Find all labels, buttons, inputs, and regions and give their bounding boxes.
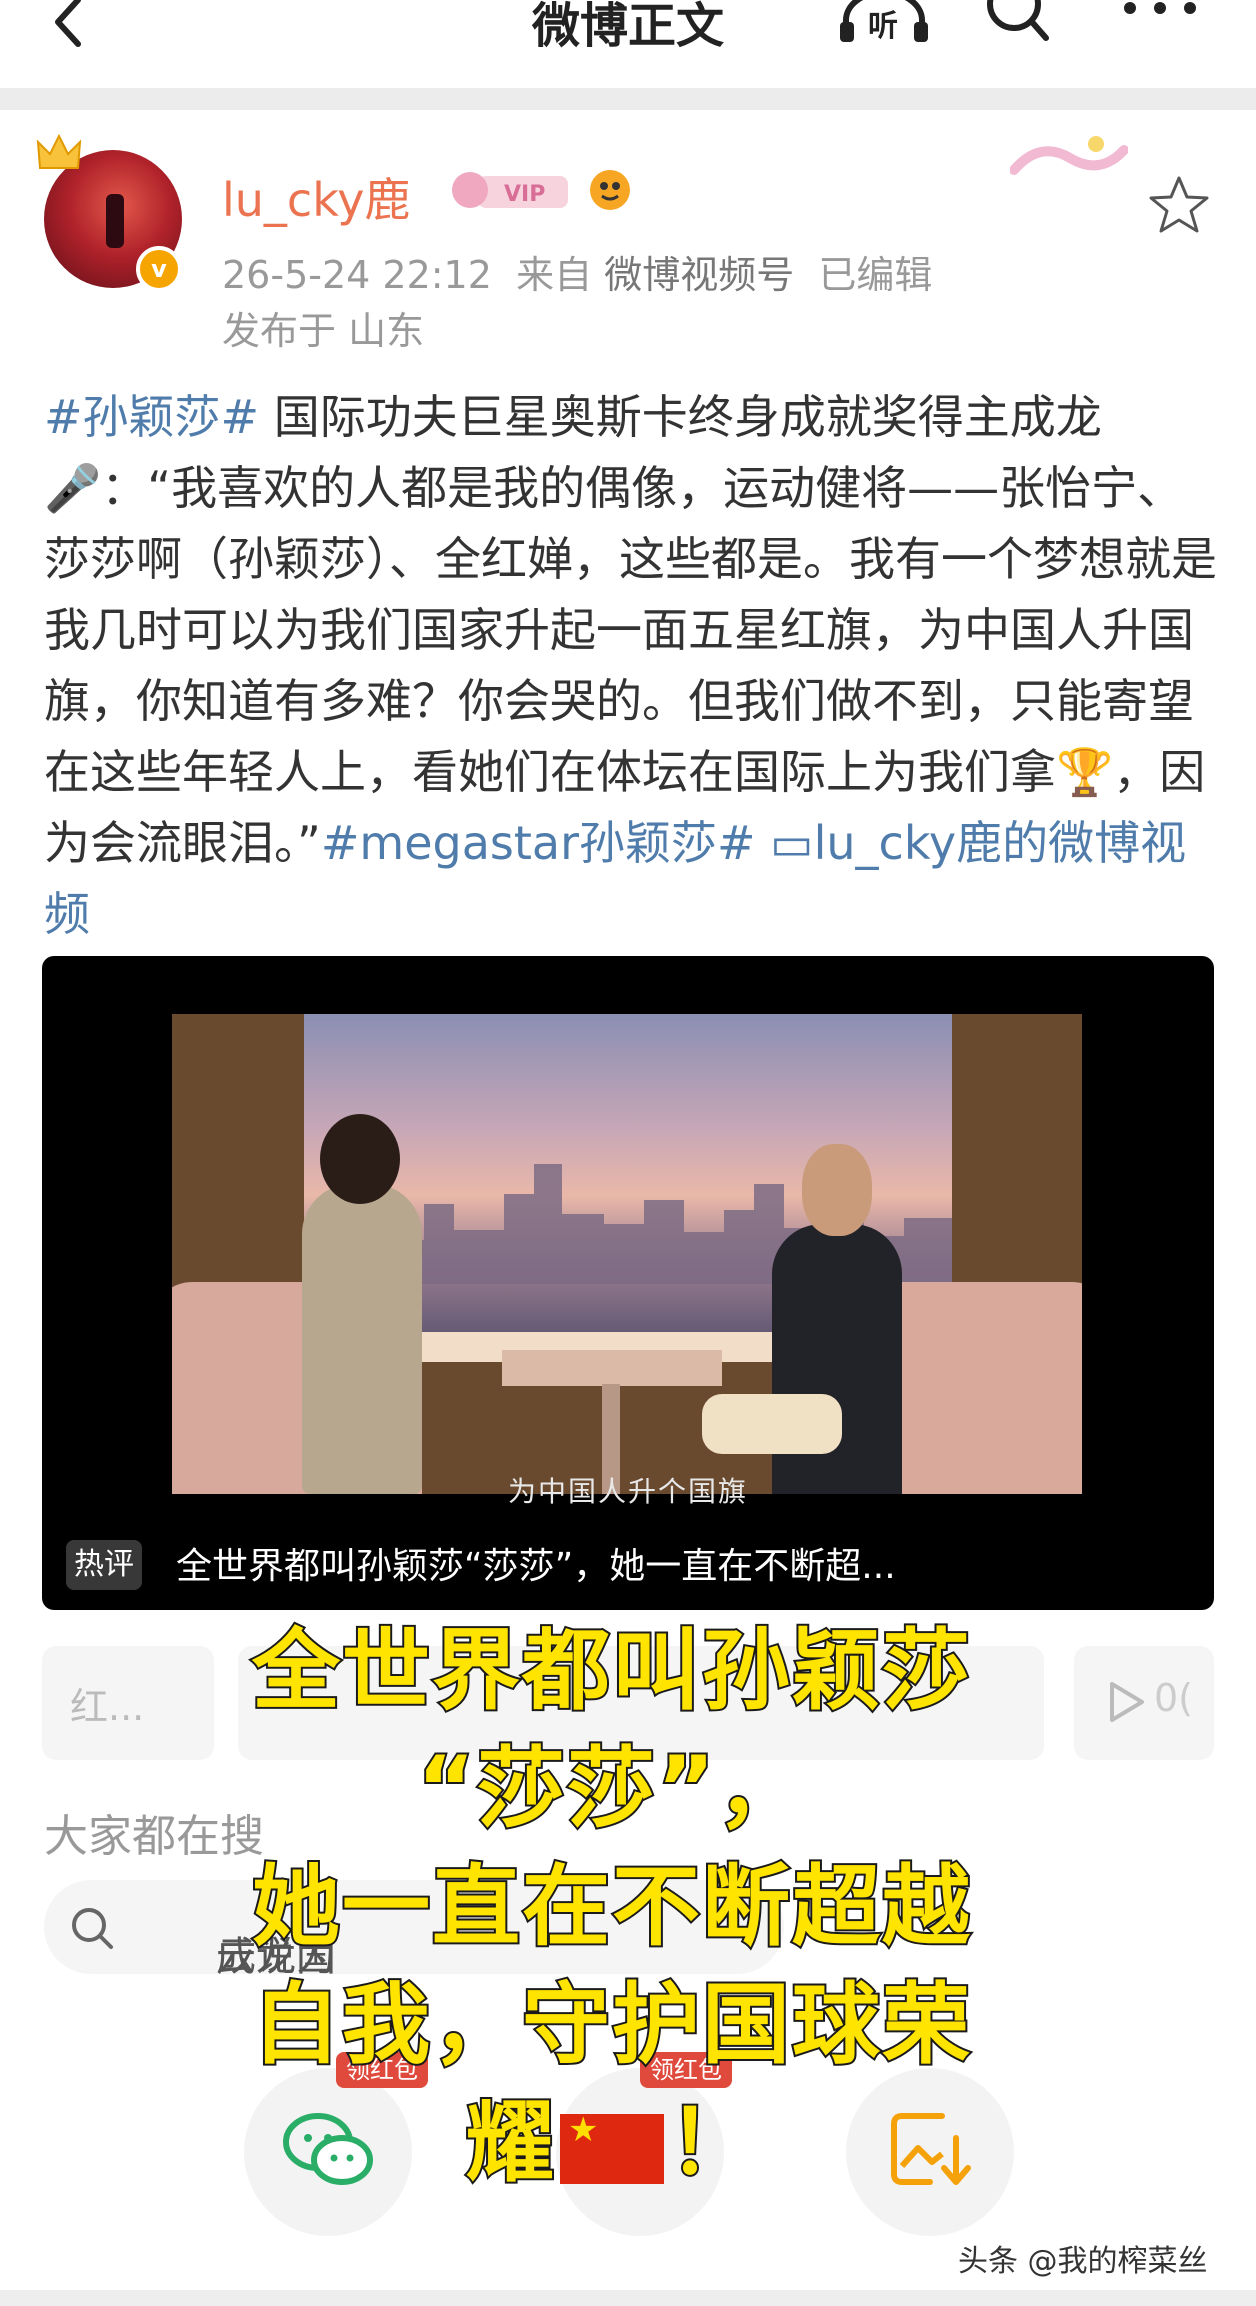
crown-icon xyxy=(36,134,82,169)
china-flag-icon xyxy=(560,2110,664,2185)
overlay-line: 自我，守护国球荣 xyxy=(250,1971,972,2078)
search-icon xyxy=(72,1908,113,1949)
mic-emoji-icon: 🎤 xyxy=(44,461,102,515)
play-count-label: 0( xyxy=(1154,1676,1194,1720)
trophy-emoji-icon: 🏆 xyxy=(1056,745,1114,799)
member-badge-label: VIP xyxy=(504,182,545,207)
favorite-star-icon[interactable] xyxy=(1148,174,1210,236)
play-icon xyxy=(1110,1682,1144,1722)
trending-query-text: 成龙为 云说国 xyxy=(216,1934,336,1980)
post-time: 26-5-24 22:12 xyxy=(222,253,492,297)
video-subtitle: 为中国人升个国旗 xyxy=(507,1475,748,1508)
username[interactable]: lu_cky鹿 xyxy=(222,164,410,230)
edited-label: 已编辑 xyxy=(818,253,933,297)
hashtag-link[interactable]: #孙颖莎# xyxy=(44,390,259,444)
separator xyxy=(0,88,1256,110)
hot-comment-tag: 热评 xyxy=(66,1540,142,1590)
overlay-line: “莎莎”， xyxy=(415,1735,807,1842)
content-text: ：“我喜欢的人都是我的偶像，运动健将——张怡宁、莎莎啊（孙颖莎）、全红婵，这些都… xyxy=(44,461,1217,799)
post-content: #孙颖莎# 国际功夫巨星奥斯卡终身成就奖得主成龙 🎤：“我喜欢的人都是我的偶像，运… xyxy=(44,382,1219,950)
member-badge-icon: VIP xyxy=(452,172,568,208)
action-chip-label: 红... xyxy=(70,1685,145,1729)
overlay-line: 全世界都叫孙颖莎 xyxy=(250,1617,972,1724)
source-watermark: 头条 @我的榨菜丝 xyxy=(958,2244,1208,2279)
hashtag-link[interactable]: #megastar孙颖莎# xyxy=(321,816,756,870)
hot-comment-text[interactable]: 全世界都叫孙颖莎“莎莎”，她一直在不断超... xyxy=(176,1542,896,1592)
search-icon[interactable] xyxy=(986,0,1050,46)
source-prefix: 来自 xyxy=(516,253,593,297)
person-left xyxy=(302,1114,422,1494)
content-text: 国际功夫巨星奥斯卡终身成就奖得主成龙 xyxy=(259,390,1102,444)
action-chip-left[interactable]: 红... xyxy=(42,1646,214,1760)
video-frame xyxy=(172,1014,1082,1494)
person-right xyxy=(702,1144,902,1494)
listen-label: 听 xyxy=(868,9,898,42)
headphones-listen-icon[interactable]: 听 xyxy=(838,0,930,42)
post-location: 发布于 山东 xyxy=(222,309,425,353)
overlay-caption: 全世界都叫孙颖莎 “莎莎”， 她一直在不断超越 自我，守护国球荣 耀！ xyxy=(212,1612,1012,2202)
video-player[interactable]: 为中国人升个国旗 热评 全世界都叫孙颖莎“莎莎”，她一直在不断超... xyxy=(42,956,1214,1610)
post-source[interactable]: 微博视频号 xyxy=(604,253,794,297)
verified-badge: v xyxy=(136,246,182,292)
fish-emoji-badge-icon xyxy=(590,170,630,210)
decoration-sticker-icon xyxy=(1010,136,1128,175)
page-title: 微博正文 xyxy=(531,0,724,54)
action-chip-right[interactable]: 0( xyxy=(1074,1646,1214,1760)
top-bar: 微博正文 听 xyxy=(0,0,1256,88)
overlay-line: 她一直在不断超越 xyxy=(250,1853,972,1960)
more-dots-icon[interactable] xyxy=(1120,0,1200,30)
overlay-line-last: 耀！ xyxy=(212,2084,1012,2202)
post-meta: 26-5-24 22:12 来自 微博视频号 已编辑 xyxy=(222,244,932,299)
